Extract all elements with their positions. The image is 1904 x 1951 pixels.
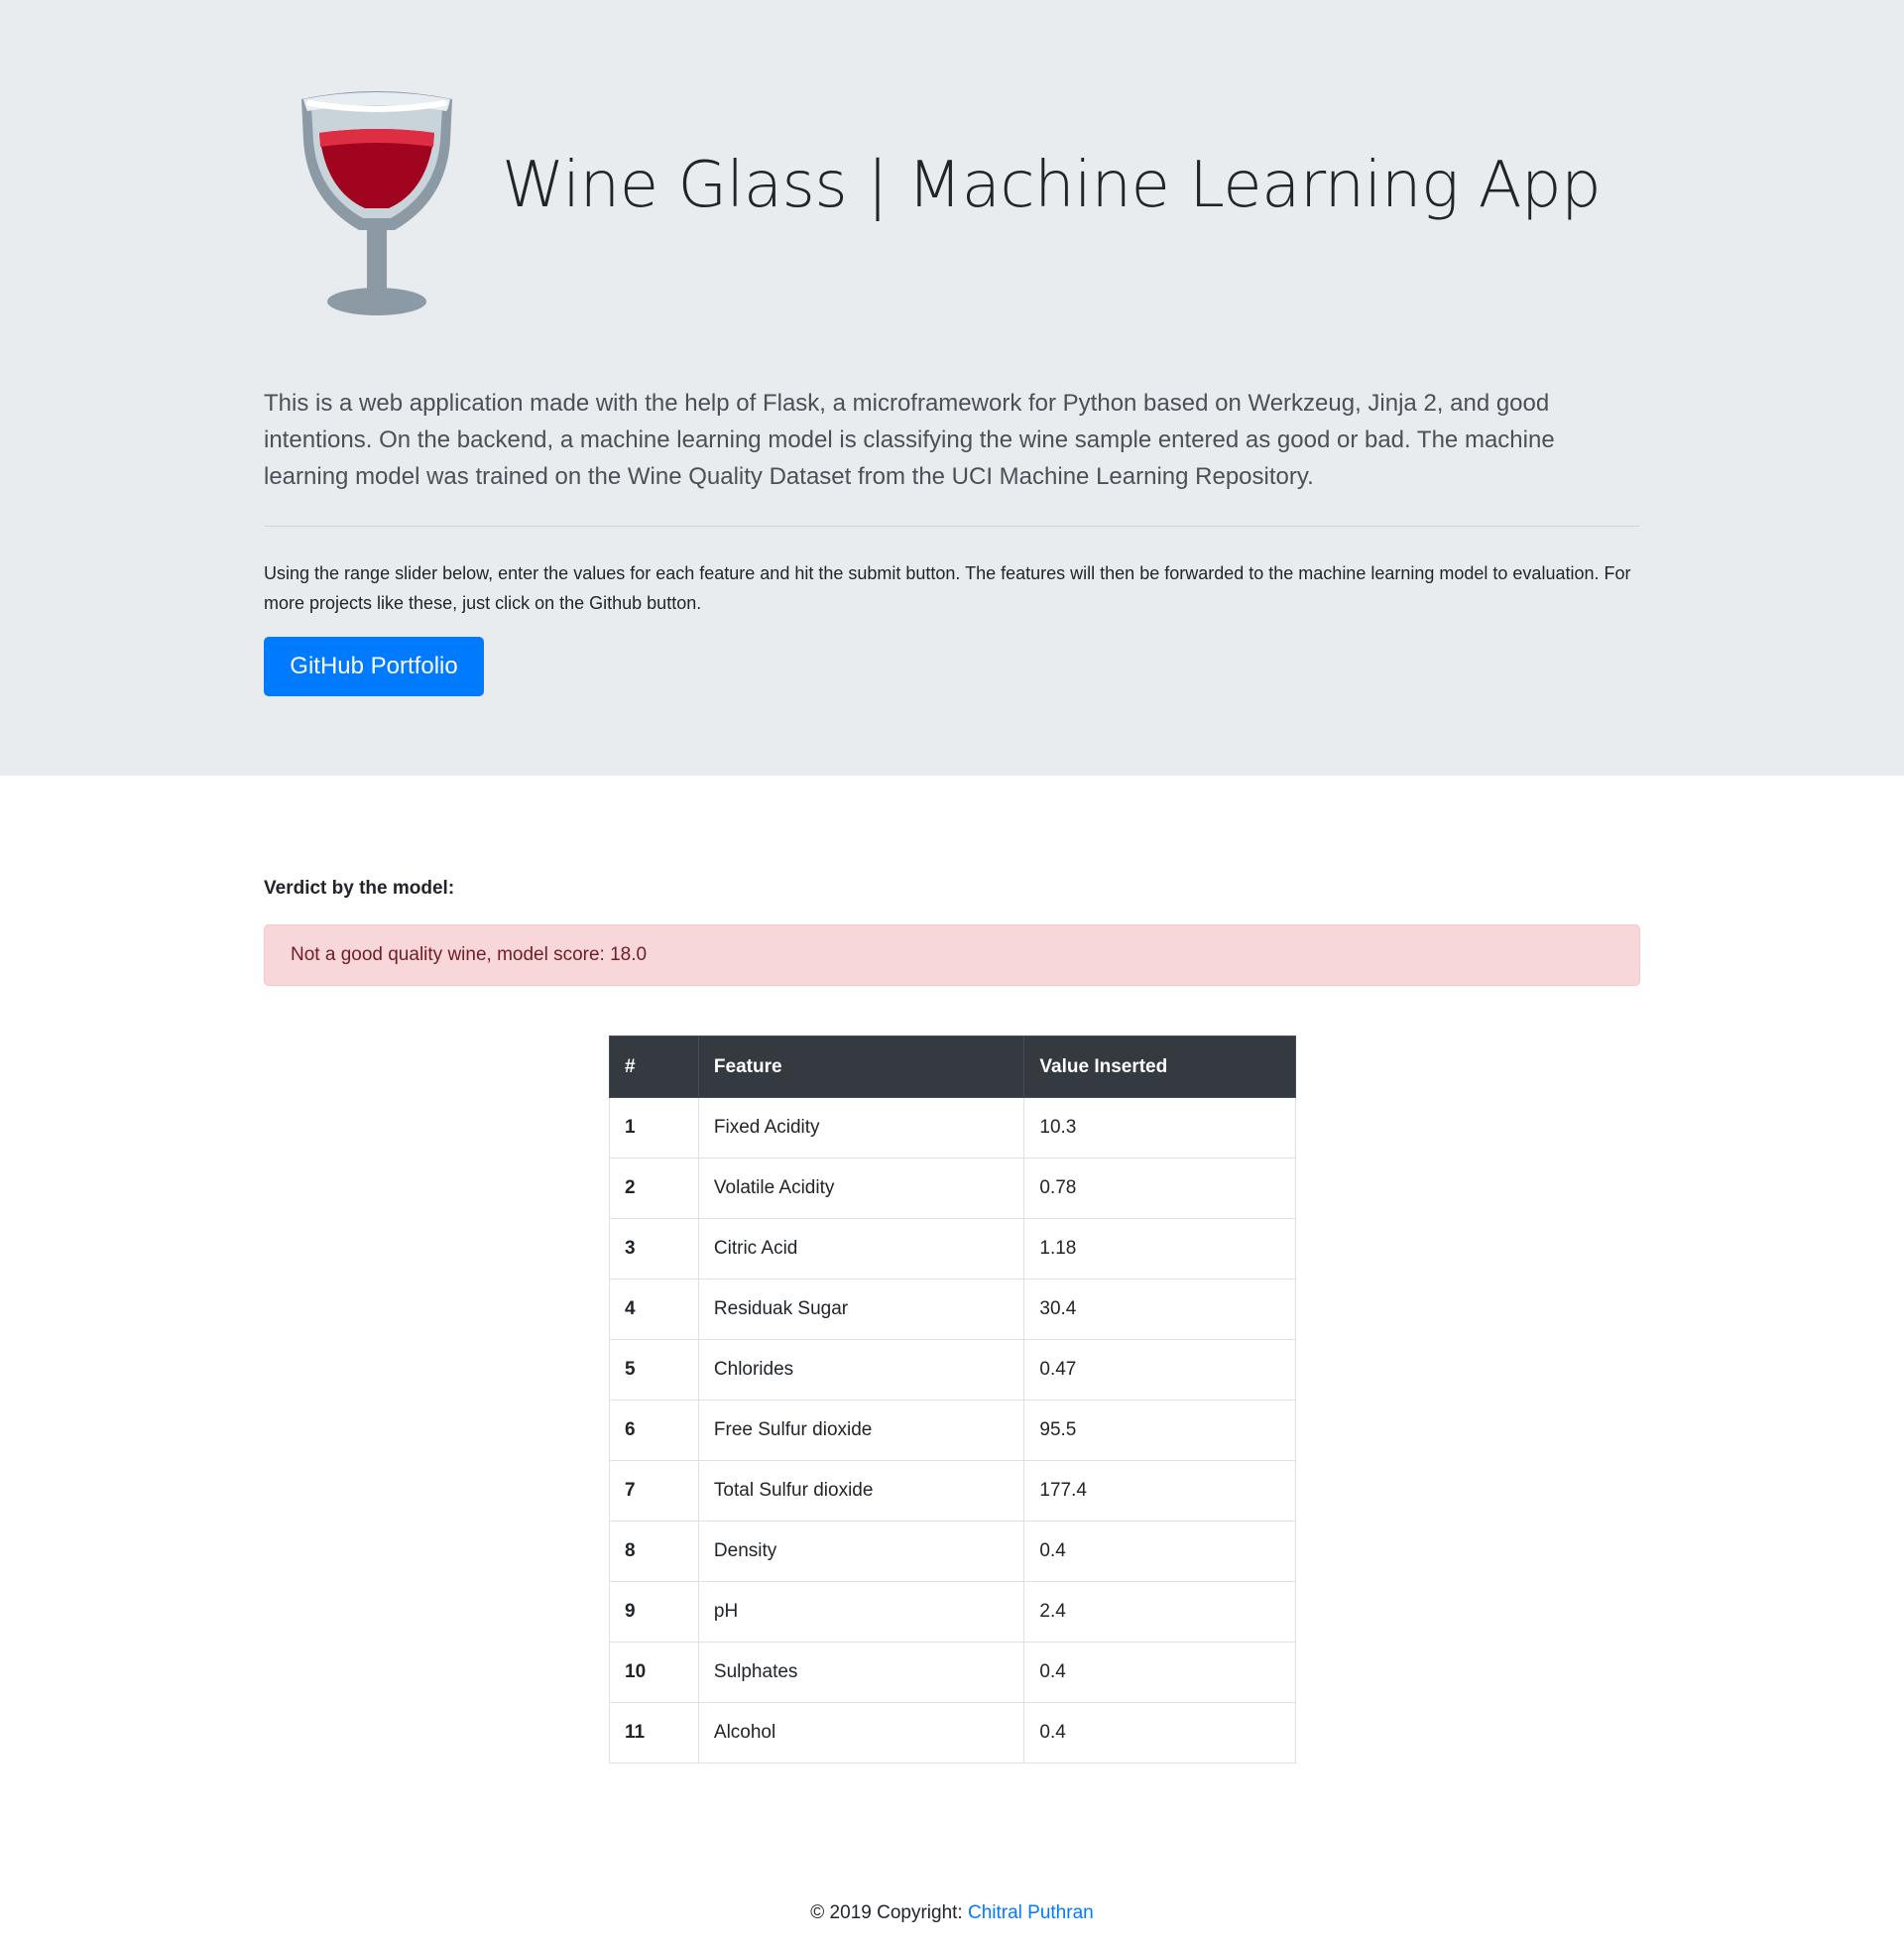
- instructions-text: Using the range slider below, enter the …: [264, 563, 1631, 613]
- row-feature: Residuak Sugar: [697, 1279, 1025, 1340]
- row-number: 4: [609, 1279, 699, 1340]
- table-row: 10 Sulphates 0.4: [609, 1642, 1296, 1703]
- header-feature: Feature: [697, 1036, 1025, 1098]
- row-feature: Sulphates: [697, 1642, 1025, 1703]
- features-table: # Feature Value Inserted 1 Fixed Acidity…: [609, 1036, 1296, 1764]
- row-value: 95.5: [1023, 1400, 1296, 1461]
- header-value: Value Inserted: [1023, 1036, 1296, 1098]
- table-row: 11 Alcohol 0.4: [609, 1702, 1296, 1764]
- table-row: 5 Chlorides 0.47: [609, 1339, 1296, 1401]
- verdict-message: Not a good quality wine, model score: 18…: [291, 944, 648, 965]
- header-number: #: [609, 1036, 699, 1098]
- verdict-label: Verdict by the model:: [264, 878, 455, 899]
- footer-author-link[interactable]: Chitral Puthran: [968, 1902, 1094, 1923]
- footer-copyright: © 2019 Copyright:: [810, 1902, 963, 1923]
- table-row: 9 pH 2.4: [609, 1581, 1296, 1643]
- app-description: This is a web application made with the …: [264, 390, 1555, 490]
- row-feature: Volatile Acidity: [697, 1158, 1025, 1219]
- row-value: 177.4: [1023, 1460, 1296, 1522]
- table-row: 2 Volatile Acidity 0.78: [609, 1158, 1296, 1219]
- row-feature: Free Sulfur dioxide: [697, 1400, 1025, 1461]
- row-number: 6: [609, 1400, 699, 1461]
- table-row: 6 Free Sulfur dioxide 95.5: [609, 1400, 1296, 1461]
- row-value: 1.18: [1023, 1218, 1296, 1280]
- table-row: 4 Residuak Sugar 30.4: [609, 1279, 1296, 1340]
- verdict-alert: Not a good quality wine, model score: 18…: [264, 924, 1640, 986]
- wine-glass-icon: [301, 91, 452, 315]
- table-row: 8 Density 0.4: [609, 1521, 1296, 1582]
- row-feature: Total Sulfur dioxide: [697, 1460, 1025, 1522]
- row-number: 1: [609, 1097, 699, 1158]
- row-number: 2: [609, 1158, 699, 1219]
- hero-row: Wine Glass | Machine Learning App: [264, 81, 1640, 319]
- table-row: 7 Total Sulfur dioxide 177.4: [609, 1460, 1296, 1522]
- row-number: 8: [609, 1521, 699, 1582]
- row-value: 0.47: [1023, 1339, 1296, 1401]
- table-row: 1 Fixed Acidity 10.3: [609, 1097, 1296, 1158]
- row-value: 0.4: [1023, 1702, 1296, 1764]
- row-feature: Density: [697, 1521, 1025, 1582]
- row-number: 10: [609, 1642, 699, 1703]
- row-value: 0.78: [1023, 1158, 1296, 1219]
- row-feature: Alcohol: [697, 1702, 1025, 1764]
- row-value: 30.4: [1023, 1279, 1296, 1340]
- row-number: 11: [609, 1702, 699, 1764]
- row-feature: Chlorides: [697, 1339, 1025, 1401]
- row-value: 2.4: [1023, 1581, 1296, 1643]
- page-title: Wine Glass | Machine Learning App: [502, 149, 1602, 222]
- row-number: 9: [609, 1581, 699, 1643]
- footer: © 2019 Copyright: Chitral Puthran: [0, 1902, 1904, 1924]
- row-number: 7: [609, 1460, 699, 1522]
- github-portfolio-button[interactable]: GitHub Portfolio: [264, 637, 484, 696]
- row-feature: Fixed Acidity: [697, 1097, 1025, 1158]
- row-value: 0.4: [1023, 1642, 1296, 1703]
- row-feature: Citric Acid: [697, 1218, 1025, 1280]
- table-header-row: # Feature Value Inserted: [609, 1036, 1296, 1098]
- row-value: 0.4: [1023, 1521, 1296, 1582]
- divider: [264, 526, 1640, 527]
- row-value: 10.3: [1023, 1097, 1296, 1158]
- row-feature: pH: [697, 1581, 1025, 1643]
- row-number: 3: [609, 1218, 699, 1280]
- table-row: 3 Citric Acid 1.18: [609, 1218, 1296, 1280]
- row-number: 5: [609, 1339, 699, 1401]
